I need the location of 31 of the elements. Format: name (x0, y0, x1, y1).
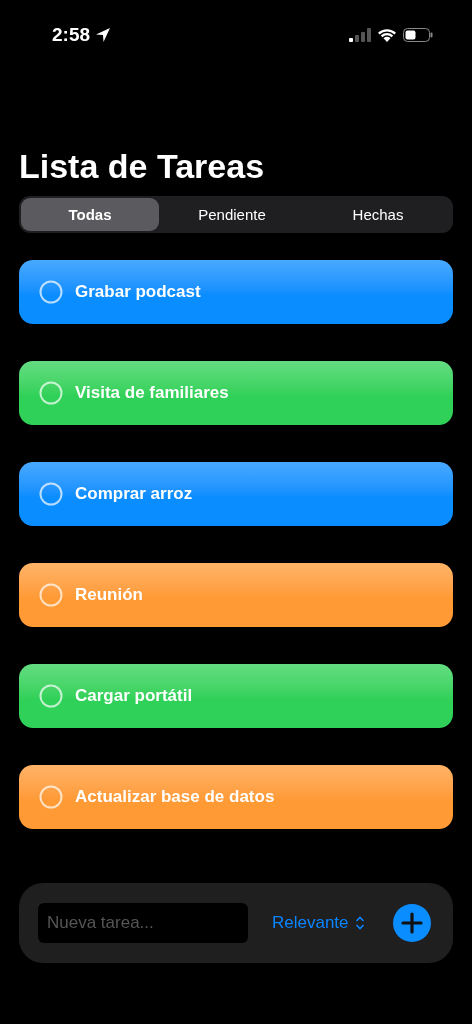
signal-icon (349, 28, 371, 42)
task-title: Visita de familiares (75, 383, 229, 403)
task-title: Actualizar base de datos (75, 787, 275, 807)
sort-button[interactable]: Relevante (272, 913, 365, 933)
location-arrow-icon (95, 27, 112, 43)
task-card[interactable]: Reunión (19, 563, 453, 627)
empty-circle-icon[interactable] (39, 482, 63, 506)
task-title: Comprar arroz (75, 484, 193, 504)
empty-circle-icon[interactable] (39, 684, 63, 708)
add-button[interactable] (393, 904, 431, 942)
filter-tab[interactable]: Hechas (305, 198, 451, 231)
task-title: Reunión (75, 585, 143, 605)
task-card[interactable]: Actualizar base de datos (19, 765, 453, 829)
task-card[interactable]: Comprar arroz (19, 462, 453, 526)
page-title: Lista de Tareas (19, 146, 266, 186)
empty-circle-icon[interactable] (39, 280, 63, 304)
new-task-field[interactable]: Nueva tarea... (38, 903, 248, 943)
empty-circle-icon[interactable] (39, 583, 63, 607)
task-card[interactable]: Cargar portátil (19, 664, 453, 728)
wifi-icon (377, 28, 397, 42)
status-time: 2:58 (52, 24, 91, 46)
task-title: Grabar podcast (75, 282, 201, 302)
empty-circle-icon[interactable] (39, 785, 63, 809)
task-card[interactable]: Grabar podcast (19, 260, 453, 324)
empty-circle-icon[interactable] (39, 381, 63, 405)
filter-tab[interactable]: Pendiente (159, 198, 305, 231)
battery-icon (403, 28, 433, 42)
task-card[interactable]: Visita de familiares (19, 361, 453, 425)
task-title: Cargar portátil (75, 686, 193, 706)
chevron-up-down-icon (354, 916, 365, 930)
filter-tab[interactable]: Todas (21, 198, 159, 231)
